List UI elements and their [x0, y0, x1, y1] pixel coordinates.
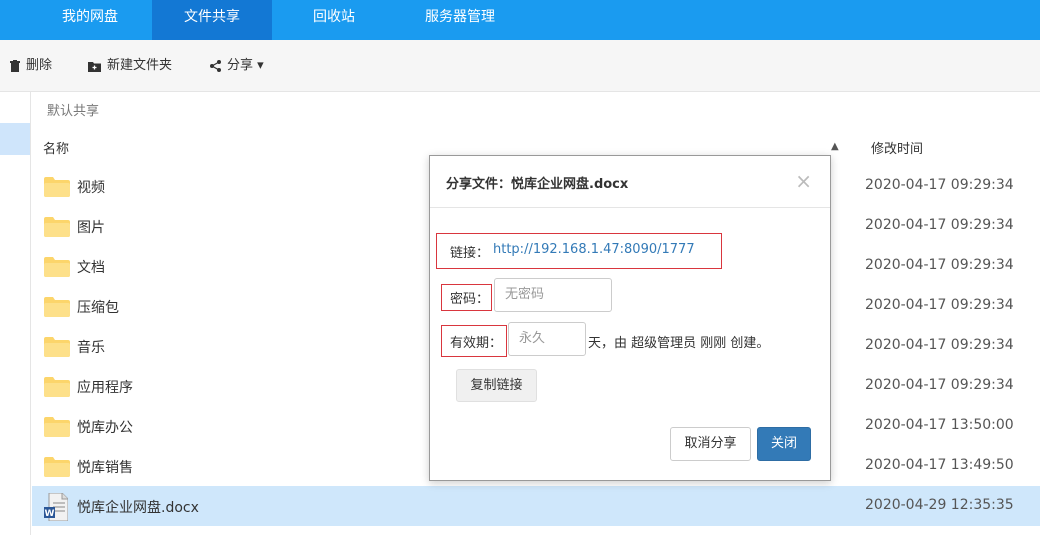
file-modified-time: 2020-04-17 09:29:34 [865, 257, 1014, 273]
folder-icon [44, 257, 70, 277]
copy-link-button[interactable]: 复制链接 [456, 369, 537, 402]
dialog-title: 分享文件：悦库企业网盘.docx [446, 177, 629, 192]
file-modified-time: 2020-04-17 13:50:00 [865, 417, 1014, 433]
cancel-share-button[interactable]: 取消分享 [670, 427, 751, 461]
folder-icon [44, 177, 70, 197]
tab-server-admin[interactable]: 服务器管理 [400, 0, 520, 40]
file-name: 悦库办公 [77, 420, 133, 436]
file-name: 应用程序 [77, 380, 133, 396]
file-name: 悦库企业网盘.docx [77, 500, 199, 516]
delete-label: 删除 [26, 58, 53, 73]
sort-asc-icon[interactable]: ▲ [831, 141, 839, 152]
new-folder-button[interactable]: 新建文件夹 [88, 56, 172, 76]
dialog-header: 分享文件：悦库企业网盘.docx × [430, 156, 830, 208]
top-nav: 我的网盘 文件共享 回收站 服务器管理 [0, 0, 1040, 40]
file-modified-time: 2020-04-17 09:29:34 [865, 337, 1014, 353]
expiry-field[interactable]: 永久 [508, 322, 586, 356]
sidebar [0, 92, 31, 535]
file-modified-time: 2020-04-17 09:29:34 [865, 177, 1014, 193]
share-dropdown-button[interactable]: 分享 ▾ [210, 56, 264, 76]
file-name: 悦库销售 [77, 460, 133, 476]
file-name: 视频 [77, 180, 105, 196]
sidebar-item-selected[interactable] [0, 123, 30, 155]
new-folder-label: 新建文件夹 [107, 58, 173, 73]
link-label: 链接： [450, 246, 490, 261]
file-modified-time: 2020-04-17 09:29:34 [865, 297, 1014, 313]
tab-file-share[interactable]: 文件共享 [152, 0, 272, 40]
column-header-name[interactable]: 名称 [43, 138, 69, 157]
expiry-info: 天，由 超级管理员 刚刚 创建。 [588, 336, 770, 351]
column-header-modified[interactable]: 修改时间 [871, 138, 923, 157]
password-label: 密码： [450, 292, 490, 307]
share-dialog: 分享文件：悦库企业网盘.docx × 链接： http://192.168.1.… [429, 155, 831, 481]
file-name: 文档 [77, 260, 105, 276]
folder-icon [44, 377, 70, 397]
file-name: 压缩包 [77, 300, 119, 316]
tab-recycle-bin[interactable]: 回收站 [274, 0, 394, 40]
breadcrumb[interactable]: 默认共享 [47, 100, 99, 119]
folder-icon [44, 457, 70, 477]
password-field[interactable]: 无密码 [494, 278, 612, 312]
file-modified-time: 2020-04-17 09:29:34 [865, 217, 1014, 233]
toolbar: 删除 新建文件夹 分享 ▾ [0, 40, 1040, 92]
delete-button[interactable]: 删除 [10, 56, 52, 76]
svg-text:W: W [45, 509, 55, 519]
file-modified-time: 2020-04-17 13:49:50 [865, 457, 1014, 473]
share-link[interactable]: http://192.168.1.47:8090/1777 [493, 242, 695, 257]
folder-plus-icon [88, 61, 101, 72]
expiry-label: 有效期： [450, 336, 503, 351]
close-button[interactable]: 关闭 [757, 427, 811, 461]
trash-icon [10, 60, 20, 72]
word-document-icon: W [44, 493, 68, 521]
folder-icon [44, 297, 70, 317]
folder-icon [44, 417, 70, 437]
share-label: 分享 ▾ [227, 58, 264, 73]
share-icon [210, 60, 221, 72]
file-name: 图片 [77, 220, 105, 236]
file-row[interactable]: W 悦库企业网盘.docx 2020-04-29 12:35:35 [32, 486, 1040, 526]
file-name: 音乐 [77, 340, 105, 356]
folder-icon [44, 337, 70, 357]
tab-my-disk[interactable]: 我的网盘 [30, 0, 150, 40]
file-modified-time: 2020-04-29 12:35:35 [865, 497, 1014, 513]
close-icon[interactable]: × [795, 169, 812, 193]
file-modified-time: 2020-04-17 09:29:34 [865, 377, 1014, 393]
folder-icon [44, 217, 70, 237]
